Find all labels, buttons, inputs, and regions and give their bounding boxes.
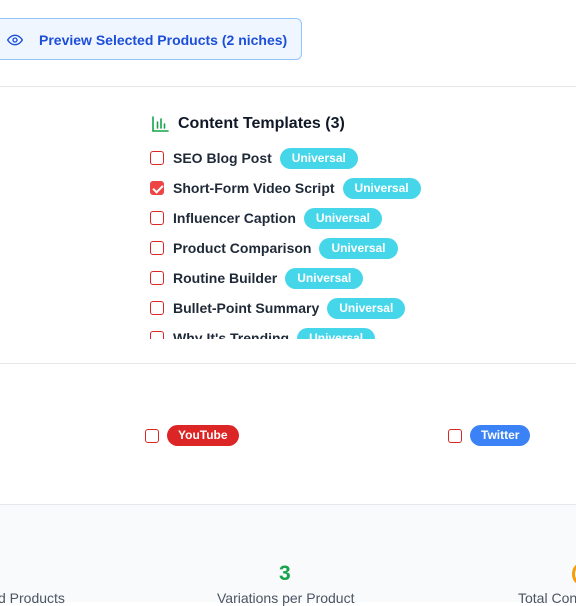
template-item[interactable]: Product Comparison Universal (150, 236, 398, 260)
selected-products-label: d Products (0, 590, 65, 606)
platform-checkbox[interactable] (145, 428, 159, 443)
content-templates-title: Content Templates (3) (178, 115, 345, 132)
universal-badge: Universal (327, 297, 406, 319)
template-name: Why It's Trending (173, 330, 290, 339)
universal-badge: Universal (342, 177, 421, 199)
universal-badge: Universal (303, 207, 382, 229)
content-templates-list[interactable]: SEO Blog Post Universal Short-Form Video… (150, 146, 450, 339)
template-item[interactable]: SEO Blog Post Universal (150, 146, 358, 170)
variations-value: 3 (279, 562, 291, 585)
template-name: Bullet-Point Summary (173, 300, 320, 316)
template-item[interactable]: Routine Builder Universal (150, 266, 364, 290)
template-checkbox[interactable] (150, 181, 164, 195)
universal-badge: Universal (285, 267, 364, 289)
preview-button-label: Preview Selected Products (2 niches) (39, 32, 288, 48)
bar-chart-icon (152, 116, 169, 132)
template-checkbox[interactable] (150, 271, 164, 285)
template-name: SEO Blog Post (173, 150, 272, 166)
preview-selected-products-button[interactable]: Preview Selected Products (2 niches) (0, 18, 302, 60)
template-item[interactable]: Short-Form Video Script Universal (150, 176, 421, 200)
template-checkbox[interactable] (150, 241, 164, 255)
universal-badge: Universal (279, 147, 358, 169)
universal-badge: Universal (297, 327, 376, 339)
eye-icon (7, 34, 23, 46)
platform-youtube[interactable]: YouTube (145, 425, 239, 446)
platform-twitter[interactable]: Twitter (448, 425, 531, 446)
platform-checkbox[interactable] (448, 428, 462, 443)
template-name: Routine Builder (173, 270, 278, 286)
template-checkbox[interactable] (150, 211, 164, 225)
template-item[interactable]: Influencer Caption Universal (150, 206, 382, 230)
section-divider (0, 86, 576, 87)
youtube-badge: YouTube (167, 425, 239, 446)
template-item[interactable]: Bullet-Point Summary Universal (150, 296, 406, 320)
template-checkbox[interactable] (150, 331, 164, 339)
template-name: Product Comparison (173, 240, 312, 256)
total-content-label: Total Con (518, 590, 576, 606)
template-checkbox[interactable] (150, 301, 164, 315)
variations-label: Variations per Product (217, 590, 355, 606)
template-name: Influencer Caption (173, 210, 296, 226)
template-checkbox[interactable] (150, 151, 164, 165)
template-item[interactable]: Why It's Trending Universal (150, 326, 376, 339)
section-divider (0, 363, 576, 364)
template-name: Short-Form Video Script (173, 180, 335, 196)
twitter-badge: Twitter (470, 425, 531, 446)
summary-stats-panel (0, 505, 576, 602)
universal-badge: Universal (319, 237, 398, 259)
